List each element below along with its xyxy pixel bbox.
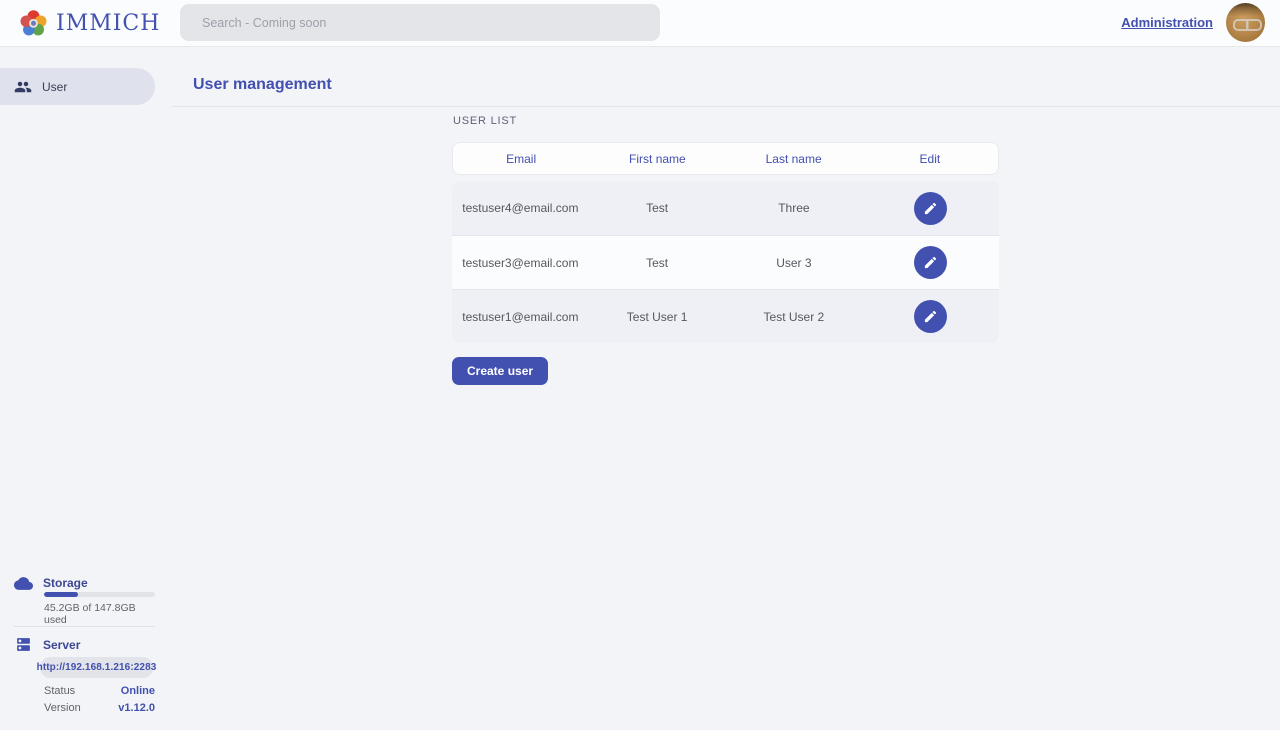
edit-user-button[interactable]	[914, 300, 947, 333]
cell-first-name: Test	[589, 256, 726, 270]
cell-email: testuser1@email.com	[452, 310, 589, 324]
column-header-first-name: First name	[589, 152, 725, 166]
server-url: http://192.168.1.216:2283	[37, 662, 157, 673]
create-user-button[interactable]: Create user	[452, 357, 548, 385]
table-row: testuser4@email.com Test Three	[452, 181, 999, 235]
title-divider	[171, 106, 1280, 107]
column-header-edit: Edit	[862, 152, 998, 166]
server-url-badge: http://192.168.1.216:2283	[40, 657, 153, 678]
section-label: USER LIST	[453, 115, 517, 127]
pencil-icon	[923, 255, 938, 270]
storage-progress-fill	[44, 592, 78, 597]
pencil-icon	[923, 201, 938, 216]
server-title: Server	[43, 638, 80, 652]
immich-flower-icon	[18, 8, 49, 39]
column-header-last-name: Last name	[726, 152, 862, 166]
cell-email: testuser4@email.com	[452, 201, 589, 215]
server-version-row: Version v1.12.0	[44, 701, 155, 714]
column-header-email: Email	[453, 152, 589, 166]
cell-last-name: User 3	[726, 256, 863, 270]
cell-email: testuser3@email.com	[452, 256, 589, 270]
table-header-row: Email First name Last name Edit	[452, 142, 999, 175]
administration-link[interactable]: Administration	[1121, 15, 1213, 30]
table-row: testuser3@email.com Test User 3	[452, 235, 999, 289]
edit-user-button[interactable]	[914, 192, 947, 225]
user-avatar[interactable]	[1226, 3, 1265, 42]
people-icon	[14, 78, 32, 96]
version-value: v1.12.0	[118, 702, 155, 714]
pencil-icon	[923, 309, 938, 324]
search-input[interactable]	[180, 4, 660, 41]
cell-last-name: Three	[726, 201, 863, 215]
sidebar-divider	[14, 626, 155, 627]
status-label: Status	[44, 685, 75, 697]
server-icon	[15, 636, 32, 653]
logo-wordmark: IMMICH	[56, 11, 160, 36]
user-table: testuser4@email.com Test Three testuser3…	[452, 181, 999, 343]
edit-user-button[interactable]	[914, 246, 947, 279]
immich-logo[interactable]: IMMICH	[18, 7, 160, 40]
cloud-icon	[14, 574, 33, 593]
server-status-row: Status Online	[44, 684, 155, 697]
top-header: IMMICH Administration	[0, 0, 1280, 47]
main-content: User management USER LIST Email First na…	[155, 47, 1280, 730]
storage-title: Storage	[43, 576, 88, 590]
status-value: Online	[121, 685, 155, 697]
cell-last-name: Test User 2	[726, 310, 863, 324]
cell-first-name: Test	[589, 201, 726, 215]
table-row: testuser1@email.com Test User 1 Test Use…	[452, 289, 999, 343]
storage-usage-text: 45.2GB of 147.8GB used	[44, 602, 155, 626]
sidebar-item-user[interactable]: User	[0, 68, 155, 105]
storage-progress-bar	[44, 592, 155, 597]
page-title: User management	[193, 76, 332, 94]
version-label: Version	[44, 702, 81, 714]
sidebar: User Storage 45.2GB of 147.8GB used Serv…	[0, 47, 155, 730]
cell-first-name: Test User 1	[589, 310, 726, 324]
sidebar-item-user-label: User	[42, 80, 67, 94]
